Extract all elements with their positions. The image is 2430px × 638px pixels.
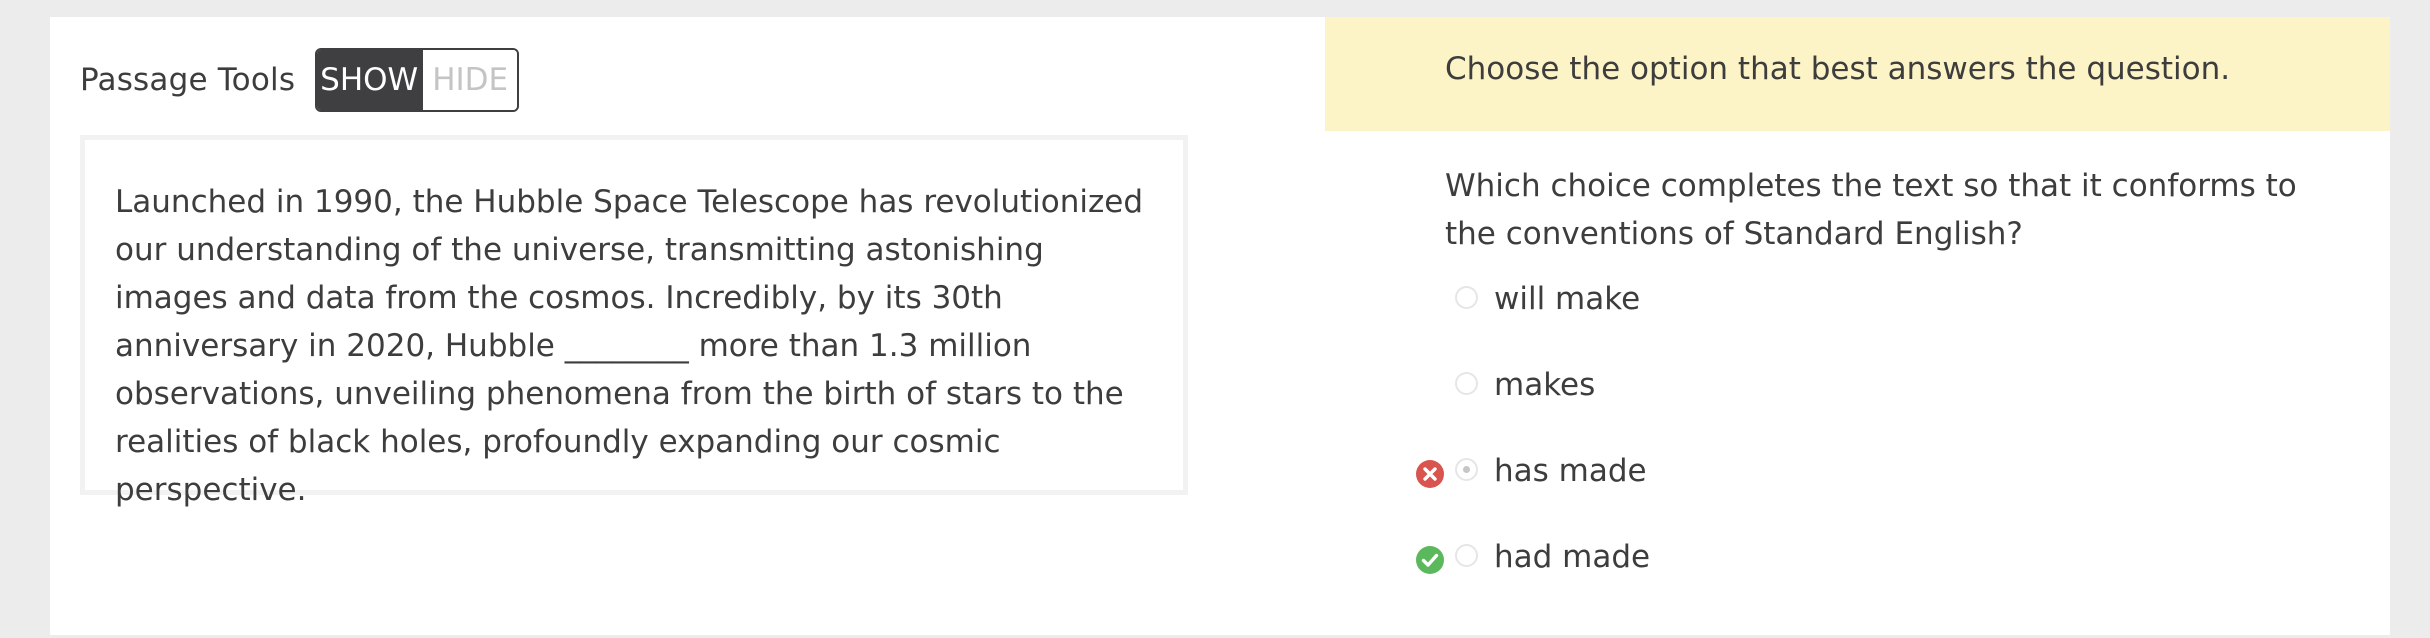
instruction-text: Choose the option that best answers the … (1445, 51, 2231, 87)
status-slot (1415, 373, 1445, 403)
option-label: makes (1494, 367, 1596, 403)
radio-button[interactable] (1455, 372, 1478, 395)
option-label: has made (1494, 453, 1647, 489)
option-makes[interactable]: makes (1415, 365, 2215, 451)
question-card: Passage Tools SHOW HIDE Launched in 1990… (50, 17, 2390, 635)
passage-tools-toggle: SHOW HIDE (315, 48, 520, 112)
question-text: Which choice completes the text so that … (1445, 168, 2297, 252)
answer-options: will make makes has made had made (1415, 279, 2215, 623)
correct-check-icon (1416, 546, 1444, 574)
option-will-make[interactable]: will make (1415, 279, 2215, 365)
passage-tools: Passage Tools SHOW HIDE (80, 47, 520, 113)
hide-button[interactable]: HIDE (421, 50, 518, 110)
status-slot (1415, 459, 1445, 489)
status-slot (1415, 545, 1445, 575)
option-label: had made (1494, 539, 1651, 575)
option-label: will make (1494, 281, 1641, 317)
incorrect-icon (1416, 460, 1444, 488)
passage-tools-label: Passage Tools (80, 62, 296, 98)
radio-button[interactable] (1455, 544, 1478, 567)
passage-text: Launched in 1990, the Hubble Space Teles… (115, 184, 1144, 508)
radio-button[interactable] (1455, 286, 1478, 309)
option-has-made[interactable]: has made (1415, 451, 2215, 537)
show-button[interactable]: SHOW (317, 50, 422, 110)
instruction-banner: Choose the option that best answers the … (1325, 17, 2390, 131)
passage-box: Launched in 1990, the Hubble Space Teles… (80, 135, 1188, 508)
option-had-made[interactable]: had made (1415, 537, 2215, 623)
question-pane: Choose the option that best answers the … (1325, 17, 2390, 635)
status-slot (1415, 287, 1445, 317)
radio-button-selected[interactable] (1455, 458, 1478, 481)
